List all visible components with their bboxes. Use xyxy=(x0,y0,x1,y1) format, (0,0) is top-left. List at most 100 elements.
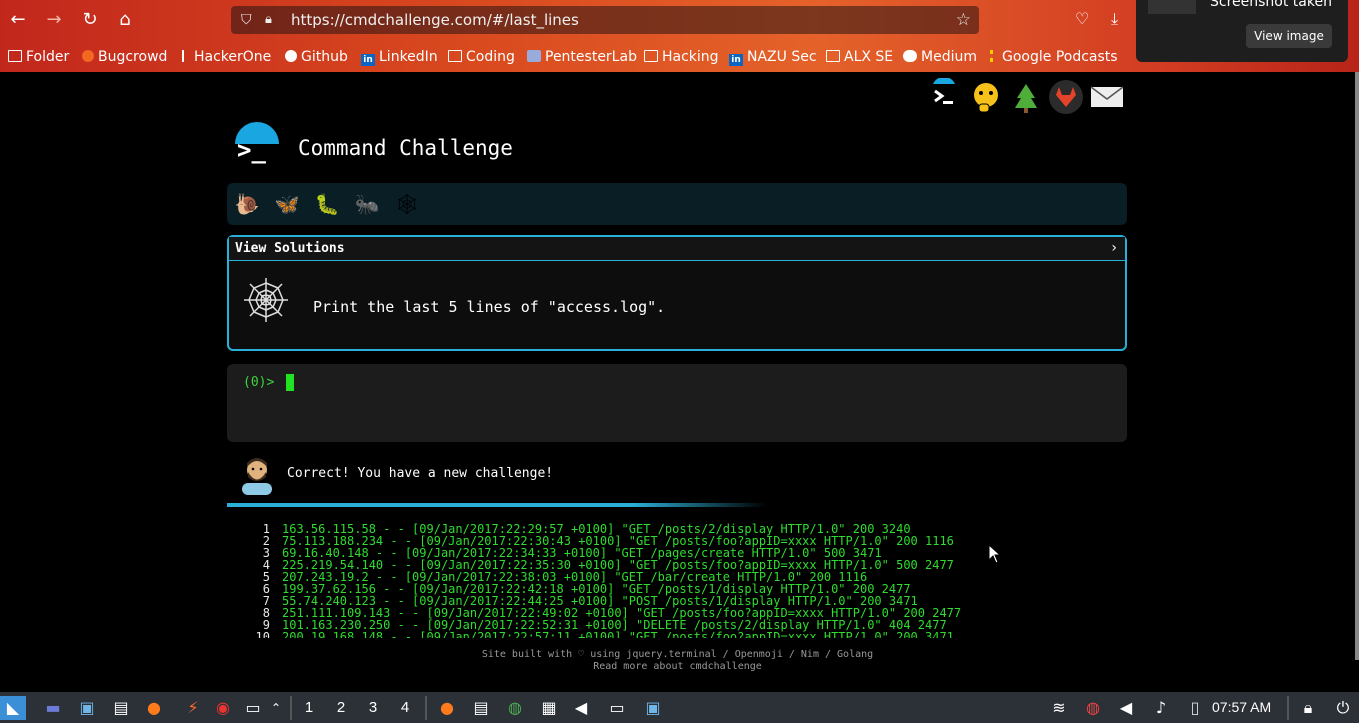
file-manager-window-icon[interactable]: ▣ xyxy=(641,696,665,720)
google-podcasts-icon xyxy=(990,50,998,62)
tree-icon[interactable] xyxy=(1007,78,1045,116)
terminal-cursor xyxy=(286,374,294,391)
screenshot-thumbnail xyxy=(1148,0,1196,14)
terminal-app-icon[interactable]: ▭ xyxy=(241,696,265,720)
folder-icon xyxy=(8,50,22,62)
site-logo: >_ xyxy=(233,122,281,170)
view-solutions-label: View Solutions xyxy=(235,241,345,256)
chrome-window-icon[interactable]: ◍ xyxy=(503,696,527,720)
gitlab-icon[interactable] xyxy=(1047,78,1085,116)
lock-screen-icon[interactable]: 🔒︎ xyxy=(1296,696,1320,720)
challenge-badges-bar: 🐌 🦋 🐛 🐜 🕸 xyxy=(227,183,1127,225)
terminal-prompt: (0)> xyxy=(243,375,275,390)
firefox-icon[interactable]: ● xyxy=(142,696,166,720)
workspace-4[interactable]: 4 xyxy=(393,696,417,720)
taskbar-separator xyxy=(425,696,427,720)
pocket-icon[interactable]: ♡ xyxy=(1075,9,1089,28)
workspace-1[interactable]: 1 xyxy=(297,696,321,720)
url-text: https://cmdchallenge.com/#/last_lines xyxy=(291,11,579,29)
github-icon xyxy=(285,50,297,62)
site-title: Command Challenge xyxy=(298,136,513,160)
challenge-panel: View Solutions › Print the last 5 lines … xyxy=(227,235,1127,351)
ant-icon[interactable]: 🐜 xyxy=(352,189,382,219)
battery-icon[interactable]: ▯ xyxy=(1183,696,1207,720)
bookmark-github[interactable]: Github xyxy=(285,46,348,68)
shield-icon[interactable]: ⛉ xyxy=(241,6,252,34)
chrome-tray-icon[interactable]: ◍ xyxy=(1081,696,1105,720)
chevron-up-icon[interactable]: ⌃ xyxy=(264,696,288,720)
bookmark-coding[interactable]: Coding xyxy=(448,46,515,68)
butterfly-icon[interactable]: 🦋 xyxy=(272,189,302,219)
speaker-icon[interactable]: ◀ xyxy=(1114,696,1138,720)
bookmark-hacking[interactable]: Hacking xyxy=(644,46,719,68)
recorder-icon[interactable]: ◉ xyxy=(211,696,235,720)
burp-icon[interactable]: ⚡ xyxy=(181,696,205,720)
taskbar-separator xyxy=(1287,696,1289,720)
bookmark-linkedin[interactable]: in LinkedIn xyxy=(361,46,438,68)
home-icon[interactable]: ⌂ xyxy=(113,8,137,32)
page-scrollbar[interactable] xyxy=(1355,72,1359,660)
output-line: 10 200.19.168.148 - - [09/Jan/2017:22:57:… xyxy=(255,630,954,638)
workspace-2[interactable]: 2 xyxy=(329,696,353,720)
bookmark-google-podcasts[interactable]: Google Podcasts xyxy=(990,46,1118,68)
notification-title: Screenshot taken xyxy=(1210,0,1332,10)
start-menu-icon[interactable]: ◣ xyxy=(0,696,26,720)
folder-icon xyxy=(448,50,462,62)
hackerone-icon xyxy=(182,50,190,62)
bugcrowd-icon xyxy=(82,50,94,62)
desktop-icon[interactable]: ▬ xyxy=(41,696,65,720)
bookmark-alx-se[interactable]: ALX SE xyxy=(826,46,893,68)
feedback-message: Correct! You have a new challenge! xyxy=(287,466,554,481)
avatar xyxy=(238,453,276,495)
document-icon[interactable]: ▤ xyxy=(109,696,133,720)
linkedin-icon: in xyxy=(729,54,743,66)
power-icon[interactable]: ⏻ xyxy=(1331,696,1355,720)
spider-web-icon[interactable]: 🕸 xyxy=(392,189,422,219)
bookmark-pentesterlab[interactable]: PentesterLab xyxy=(527,46,637,68)
forward-arrow-icon[interactable]: → xyxy=(42,8,66,32)
bookmark-medium[interactable]: Medium xyxy=(903,46,977,68)
bell-icon[interactable]: ♪ xyxy=(1149,696,1173,720)
back-arrow-icon[interactable]: ← xyxy=(6,8,30,32)
taskbar-separator xyxy=(290,696,292,720)
progress-bar xyxy=(227,503,1127,507)
prompt-symbol-icon: >_ xyxy=(237,136,266,164)
file-manager-icon[interactable]: ▣ xyxy=(75,696,99,720)
bookmark-folder[interactable]: Folder xyxy=(8,46,69,68)
bookmark-hackerone[interactable]: HackerOne xyxy=(182,46,271,68)
envelope-icon[interactable] xyxy=(1088,78,1126,116)
media-window-icon[interactable]: ▦ xyxy=(537,696,561,720)
lock-icon[interactable]: 🔒︎ xyxy=(265,6,272,34)
bookmark-star-icon[interactable]: ☆ xyxy=(956,6,971,34)
terminal-input[interactable]: (0)> xyxy=(227,364,1127,442)
workspace-3[interactable]: 3 xyxy=(361,696,385,720)
site-footer: Site built with ♡ using jquery.terminal … xyxy=(0,649,1355,673)
bookmark-nazu-sec[interactable]: in NAZU Sec xyxy=(729,46,817,68)
firefox-window-icon[interactable]: ● xyxy=(435,696,459,720)
clock[interactable]: 07:57 AM xyxy=(1212,699,1271,715)
thinking-face-icon[interactable] xyxy=(967,78,1005,116)
caterpillar-icon[interactable]: 🐛 xyxy=(312,189,342,219)
terminal-icon[interactable] xyxy=(925,76,963,116)
chevron-right-icon: › xyxy=(1111,240,1117,256)
page-content: >_ Command Challenge 🐌 🦋 🐛 🐜 🕸 View Solu… xyxy=(0,72,1355,692)
view-solutions-bar[interactable]: View Solutions › xyxy=(229,237,1125,261)
snail-icon[interactable]: 🐌 xyxy=(232,189,262,219)
volume-window-icon[interactable]: ◀ xyxy=(569,696,593,720)
url-bar[interactable]: ⛉ 🔒︎ https://cmdchallenge.com/#/last_lin… xyxy=(231,6,979,34)
mouse-cursor-icon xyxy=(988,544,1002,564)
screenshot-notification: Screenshot taken View image xyxy=(1136,0,1348,62)
command-output: 1 163.56.115.58 - - [09/Jan/2017:22:29:57… xyxy=(240,523,1130,638)
bookmark-bugcrowd[interactable]: Bugcrowd xyxy=(82,46,167,68)
spider-web-icon xyxy=(241,275,291,325)
terminal-window-icon[interactable]: ▭ xyxy=(605,696,629,720)
footer-read-more-link[interactable]: Read more about cmdchallenge xyxy=(0,661,1355,673)
network-icon[interactable]: ≋ xyxy=(1047,696,1071,720)
footer-credits: Site built with ♡ using jquery.terminal … xyxy=(481,649,874,660)
document-window-icon[interactable]: ▤ xyxy=(469,696,493,720)
os-taskbar: ◣ ▬ ▣ ▤ ● ⚡ ◉ ▭ ⌃ 1 2 3 4 ● ▤ ◍ ▦ ◀ ▭ ▣ … xyxy=(0,692,1359,723)
downloads-icon[interactable]: ⤓ xyxy=(1111,9,1118,29)
challenge-description: Print the last 5 lines of "access.log". xyxy=(313,298,666,316)
reload-icon[interactable]: ↻ xyxy=(78,8,102,32)
view-image-button[interactable]: View image xyxy=(1246,24,1332,48)
